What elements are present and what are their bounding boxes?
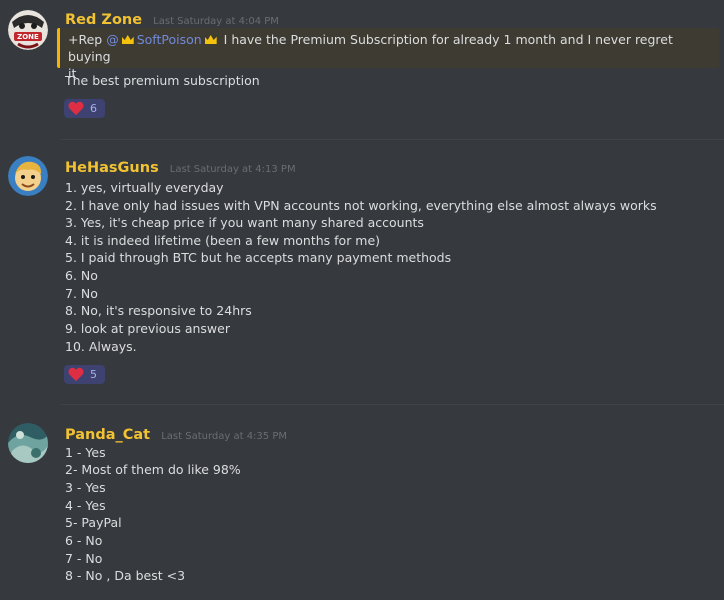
- message-line: 7. No: [65, 286, 98, 301]
- message-red-zone: ZONE Red Zone Last Saturday at 4:04 PM +…: [0, 0, 724, 140]
- message-line: 8 - No , Da best <3: [65, 568, 186, 583]
- avatar[interactable]: ZONE: [8, 10, 48, 50]
- username[interactable]: Panda_Cat: [65, 427, 150, 443]
- username[interactable]: HeHasGuns: [65, 160, 159, 176]
- heart-icon: [68, 368, 84, 382]
- mention-at: @: [106, 32, 119, 47]
- crown-icon: [204, 35, 217, 44]
- message-line: 10. Always.: [65, 339, 137, 354]
- mention-name: SoftPoison: [136, 32, 202, 47]
- heart-icon: [68, 102, 84, 116]
- quote-block: +Rep @ SoftPoison I have the Premium Subs…: [57, 28, 719, 81]
- reaction-count: 5: [90, 368, 97, 381]
- reaction-heart[interactable]: 5: [64, 365, 105, 384]
- message-hehasguns: HeHasGuns Last Saturday at 4:13 PM 1. ye…: [0, 140, 724, 405]
- crown-icon: [121, 35, 134, 44]
- message-header: HeHasGuns Last Saturday at 4:13 PM: [65, 157, 296, 176]
- avatar[interactable]: [8, 156, 48, 196]
- reaction-count: 6: [90, 102, 97, 115]
- message-divider: [60, 404, 724, 405]
- reaction-heart[interactable]: 6: [64, 99, 105, 118]
- message-line: 4 - Yes: [65, 498, 106, 513]
- message-line: 3 - Yes: [65, 480, 106, 495]
- chat-log: ZONE Red Zone Last Saturday at 4:04 PM +…: [0, 0, 724, 600]
- message-line: 9. look at previous answer: [65, 321, 230, 336]
- message-line: 1. yes, virtually everyday: [65, 180, 224, 195]
- message-line: 2- Most of them do like 98%: [65, 462, 241, 477]
- svg-text:ZONE: ZONE: [17, 33, 39, 41]
- message-line: 1 - Yes: [65, 445, 106, 460]
- message-line: 6 - No: [65, 533, 103, 548]
- avatar[interactable]: [8, 423, 48, 463]
- message-panda-cat: Panda_Cat Last Saturday at 4:35 PM 1 - Y…: [0, 410, 724, 600]
- message-line: 3. Yes, it's cheap price if you want man…: [65, 215, 424, 230]
- message-line: 6. No: [65, 268, 98, 283]
- message-line: 5. I paid through BTC but he accepts man…: [65, 250, 452, 265]
- message-line: 5- PayPal: [65, 515, 122, 530]
- timestamp: Last Saturday at 4:04 PM: [153, 16, 279, 27]
- message-header: Red Zone Last Saturday at 4:04 PM: [65, 9, 279, 28]
- timestamp: Last Saturday at 4:13 PM: [169, 164, 296, 175]
- message-line: 2. I have only had issues with VPN accou…: [65, 198, 657, 213]
- mention[interactable]: @ SoftPoison: [106, 32, 201, 47]
- message-line: 4. it is indeed lifetime (been a few mon…: [65, 233, 381, 248]
- message-line: 8. No, it's responsive to 24hrs: [65, 303, 252, 318]
- message-line: 7 - No: [65, 551, 103, 566]
- username[interactable]: Red Zone: [65, 12, 142, 28]
- timestamp: Last Saturday at 4:35 PM: [161, 431, 287, 442]
- rep-prefix: +Rep: [68, 32, 103, 47]
- message-header: Panda_Cat Last Saturday at 4:35 PM: [65, 424, 287, 443]
- message-line: The best premium subscription: [65, 73, 260, 88]
